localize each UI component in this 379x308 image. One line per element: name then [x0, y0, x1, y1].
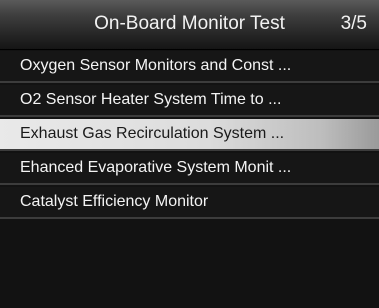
menu-item-enhanced-evaporative-system[interactable]: Ehanced Evaporative System Monit ... — [0, 153, 379, 185]
page-indicator: 3/5 — [340, 13, 367, 34]
monitor-menu-list: Oxygen Sensor Monitors and Const ... O2 … — [0, 51, 379, 221]
menu-item-label: Ehanced Evaporative System Monit ... — [20, 159, 292, 176]
menu-item-o2-sensor-heater[interactable]: O2 Sensor Heater System Time to ... — [0, 85, 379, 117]
monitor-test-screen: On-Board Monitor Test 3/5 Oxygen Sensor … — [0, 0, 379, 308]
menu-item-label: Exhaust Gas Recirculation System ... — [20, 125, 285, 142]
empty-list-area — [0, 221, 379, 308]
page-title: On-Board Monitor Test — [94, 13, 285, 34]
menu-item-label: Catalyst Efficiency Monitor — [20, 193, 209, 210]
menu-item-label: Oxygen Sensor Monitors and Const ... — [20, 57, 292, 74]
menu-item-exhaust-gas-recirculation[interactable]: Exhaust Gas Recirculation System ... — [0, 119, 379, 151]
menu-item-catalyst-efficiency-monitor[interactable]: Catalyst Efficiency Monitor — [0, 187, 379, 219]
menu-item-label: O2 Sensor Heater System Time to ... — [20, 91, 282, 108]
title-bar: On-Board Monitor Test 3/5 — [0, 0, 379, 50]
menu-item-oxygen-sensor-monitors[interactable]: Oxygen Sensor Monitors and Const ... — [0, 51, 379, 83]
